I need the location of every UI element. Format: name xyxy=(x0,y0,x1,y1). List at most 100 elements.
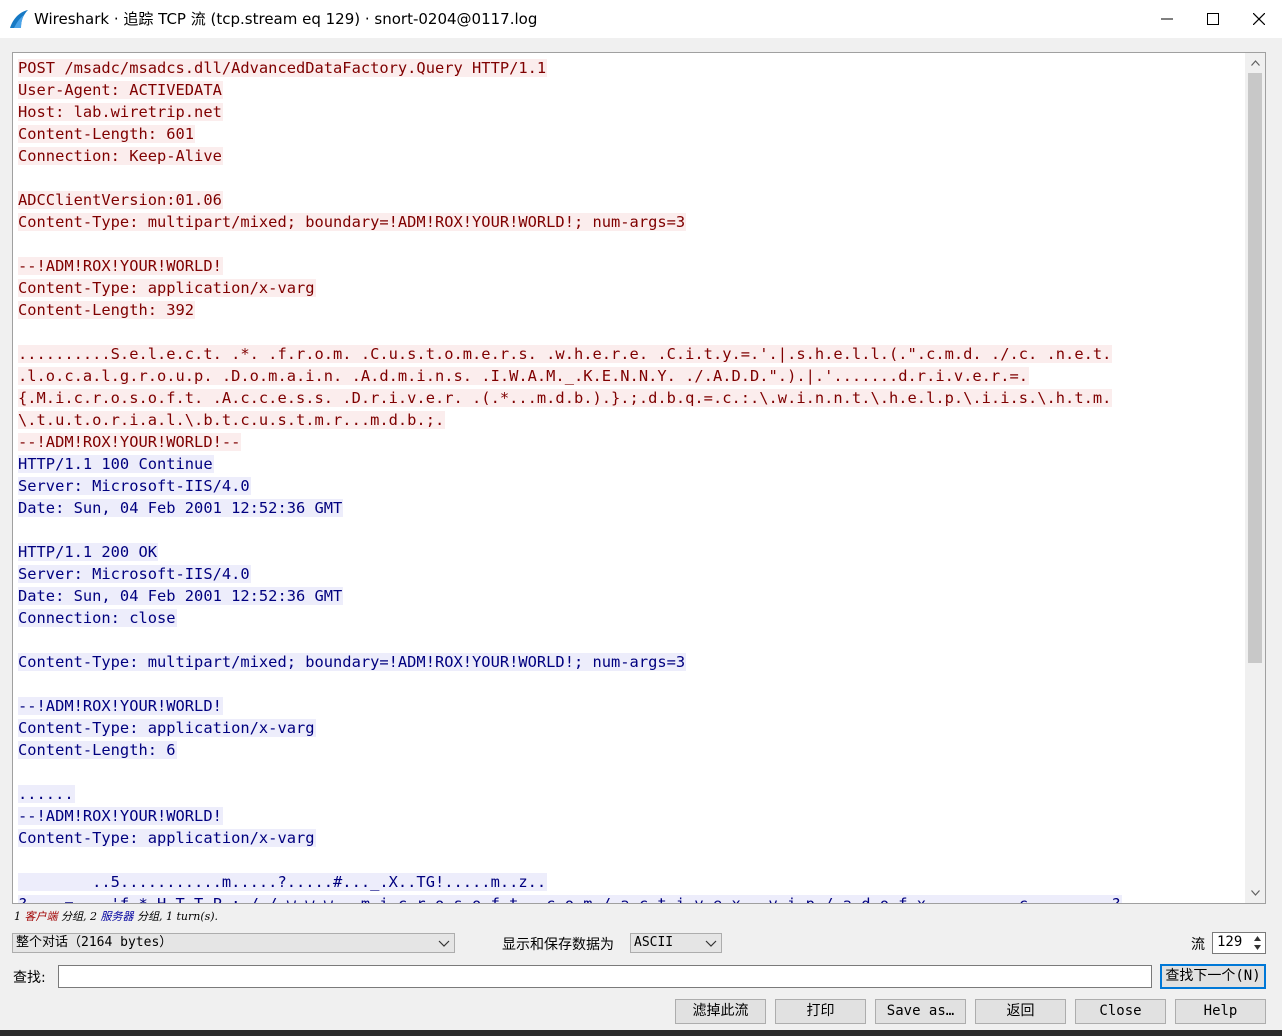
display-format-label: 显示和保存数据为 xyxy=(502,937,614,953)
stream-number-spinbox[interactable]: 129 xyxy=(1212,932,1266,954)
chevron-down-icon xyxy=(438,940,450,947)
packet-summary: 1 客户端 分组, 2 服务器 分组, 1 turn(s). xyxy=(14,908,218,924)
chevron-down-icon xyxy=(1250,890,1260,896)
client-stream-line: --!ADM!ROX!YOUR!WORLD! xyxy=(18,255,1243,277)
client-stream-line: .l.o.c.a.l.g.r.o.u.p. .D.o.m.a.i.n. .A.d… xyxy=(18,365,1243,387)
stream-blank-line xyxy=(18,673,1243,695)
client-stream-line: Host: lab.wiretrip.net xyxy=(18,101,1243,123)
stream-line-text: ADCClientVersion:01.06 xyxy=(18,191,223,209)
maximize-icon xyxy=(1207,13,1219,25)
stream-line-text: HTTP/1.1 100 Continue xyxy=(18,455,214,473)
close-window-button[interactable] xyxy=(1236,0,1282,38)
client-stream-line: User-Agent: ACTIVEDATA xyxy=(18,79,1243,101)
find-input[interactable] xyxy=(58,965,1152,988)
stream-line-text: Content-Length: 601 xyxy=(18,125,196,143)
client-stream-line: --!ADM!ROX!YOUR!WORLD!-- xyxy=(18,431,1243,453)
server-stream-line: Content-Type: application/x-varg xyxy=(18,827,1243,849)
client-stream-line: {.M.i.c.r.o.s.o.f.t. .A.c.c.e.s.s. .D.r.… xyxy=(18,387,1243,409)
vertical-scrollbar[interactable] xyxy=(1245,53,1265,903)
stream-line-text: Content-Type: application/x-varg xyxy=(18,829,316,847)
stream-line-text: Date: Sun, 04 Feb 2001 12:52:36 GMT xyxy=(18,587,344,605)
stream-label: 流 xyxy=(1191,937,1205,953)
summary-server-label: 服务器 xyxy=(100,910,134,923)
stream-line-text: {.M.i.c.r.o.s.o.f.t. .A.c.c.e.s.s. .D.r.… xyxy=(18,389,1113,407)
spin-down-button[interactable] xyxy=(1251,943,1264,952)
server-stream-line: ?....=....'f.*.H.T.T.P.:././.w.w.w...m.i… xyxy=(18,893,1243,903)
spin-up-button[interactable] xyxy=(1251,934,1264,943)
stream-line-text: Date: Sun, 04 Feb 2001 12:52:36 GMT xyxy=(18,499,344,517)
stream-line-text: Content-Type: multipart/mixed; boundary=… xyxy=(18,653,687,671)
stream-content: POST /msadc/msadcs.dll/AdvancedDataFacto… xyxy=(18,57,1243,903)
stream-line-text: Connection: Keep-Alive xyxy=(18,147,223,165)
stream-blank-line xyxy=(18,761,1243,783)
stream-line-text: ?....=....'f.*.H.T.T.P.:././.w.w.w...m.i… xyxy=(18,895,1122,903)
stream-line-text: Server: Microsoft-IIS/4.0 xyxy=(18,477,251,495)
stream-line-text: POST /msadc/msadcs.dll/AdvancedDataFacto… xyxy=(18,59,548,77)
stream-line-text: ..........S.e.l.e.c.t. .*. .f.r.o.m. .C.… xyxy=(18,345,1113,363)
summary-text: 分组, 2 xyxy=(57,910,101,923)
stream-blank-line xyxy=(18,629,1243,651)
stream-line-text: Server: Microsoft-IIS/4.0 xyxy=(18,565,251,583)
summary-text: 分组, 1 turn(s). xyxy=(133,910,219,923)
stream-number-value: 129 xyxy=(1217,934,1243,950)
client-stream-line: Connection: Keep-Alive xyxy=(18,145,1243,167)
window-title: Wireshark · 追踪 TCP 流 (tcp.stream eq 129)… xyxy=(34,10,538,28)
server-stream-line: --!ADM!ROX!YOUR!WORLD! xyxy=(18,695,1243,717)
stream-text-area[interactable]: POST /msadc/msadcs.dll/AdvancedDataFacto… xyxy=(12,52,1266,904)
stream-line-text: Content-Length: 392 xyxy=(18,301,196,319)
stream-blank-line xyxy=(18,321,1243,343)
server-stream-line: Content-Length: 6 xyxy=(18,739,1243,761)
triangle-down-icon xyxy=(1254,945,1261,950)
summary-text: 1 xyxy=(14,910,25,923)
server-stream-line: Content-Type: application/x-varg xyxy=(18,717,1243,739)
stream-line-text: Content-Type: multipart/mixed; boundary=… xyxy=(18,213,687,231)
help-button[interactable]: Help xyxy=(1175,999,1266,1024)
stream-line-text: Content-Type: application/x-varg xyxy=(18,719,316,737)
scroll-up-button[interactable] xyxy=(1245,55,1265,71)
find-next-button[interactable]: 查找下一个(N) xyxy=(1160,964,1266,989)
stream-line-text: \.t.u.t.o.r.i.a.l.\.b.t.c.u.s.t.m.r...m.… xyxy=(18,411,446,429)
client-stream-line: Content-Length: 392 xyxy=(18,299,1243,321)
triangle-up-icon xyxy=(1254,936,1261,941)
scroll-down-button[interactable] xyxy=(1245,885,1265,901)
stream-line-text: Content-Length: 6 xyxy=(18,741,177,759)
scroll-thumb[interactable] xyxy=(1248,73,1262,663)
stream-line-text: --!ADM!ROX!YOUR!WORLD! xyxy=(18,257,223,275)
stream-line-text: Content-Type: application/x-varg xyxy=(18,279,316,297)
format-select[interactable]: ASCII xyxy=(630,933,722,953)
title-bar: Wireshark · 追踪 TCP 流 (tcp.stream eq 129)… xyxy=(0,0,1282,38)
save-as-button[interactable]: Save as… xyxy=(875,999,966,1024)
maximize-button[interactable] xyxy=(1190,0,1236,38)
taskbar-edge xyxy=(0,1030,1282,1036)
server-stream-line: Date: Sun, 04 Feb 2001 12:52:36 GMT xyxy=(18,497,1243,519)
stream-line-text: User-Agent: ACTIVEDATA xyxy=(18,81,223,99)
client-stream-line: ..........S.e.l.e.c.t. .*. .f.r.o.m. .C.… xyxy=(18,343,1243,365)
stream-blank-line xyxy=(18,167,1243,189)
print-button[interactable]: 打印 xyxy=(775,999,866,1024)
minimize-icon xyxy=(1161,18,1173,20)
server-stream-line: ..5...........m.....?.....#..._.X..TG!..… xyxy=(18,871,1243,893)
client-stream-line: Content-Length: 601 xyxy=(18,123,1243,145)
stream-line-text: ..5...........m.....?.....#..._.X..TG!..… xyxy=(18,873,548,891)
chevron-up-icon xyxy=(1250,60,1260,66)
server-stream-line: ...... xyxy=(18,783,1243,805)
wireshark-fin-icon xyxy=(10,10,28,28)
client-stream-line: POST /msadc/msadcs.dll/AdvancedDataFacto… xyxy=(18,57,1243,79)
stream-blank-line xyxy=(18,849,1243,871)
stream-line-text: .l.o.c.a.l.g.r.o.u.p. .D.o.m.a.i.n. .A.d… xyxy=(18,367,1029,385)
close-icon xyxy=(1253,13,1265,25)
stream-blank-line xyxy=(18,519,1243,541)
server-stream-line: HTTP/1.1 200 OK xyxy=(18,541,1243,563)
stream-line-text: --!ADM!ROX!YOUR!WORLD! xyxy=(18,697,223,715)
close-button[interactable]: Close xyxy=(1075,999,1166,1024)
minimize-button[interactable] xyxy=(1144,0,1190,38)
filter-out-button[interactable]: 滤掉此流 xyxy=(675,999,766,1024)
client-stream-line: \.t.u.t.o.r.i.a.l.\.b.t.c.u.s.t.m.r...m.… xyxy=(18,409,1243,431)
stream-line-text: --!ADM!ROX!YOUR!WORLD!-- xyxy=(18,433,242,451)
server-stream-line: HTTP/1.1 100 Continue xyxy=(18,453,1243,475)
back-button[interactable]: 返回 xyxy=(975,999,1066,1024)
stream-blank-line xyxy=(18,233,1243,255)
stream-line-text: --!ADM!ROX!YOUR!WORLD! xyxy=(18,807,223,825)
conversation-select[interactable]: 整个对话（2164 bytes） xyxy=(12,933,455,953)
stream-line-text: Connection: close xyxy=(18,609,177,627)
